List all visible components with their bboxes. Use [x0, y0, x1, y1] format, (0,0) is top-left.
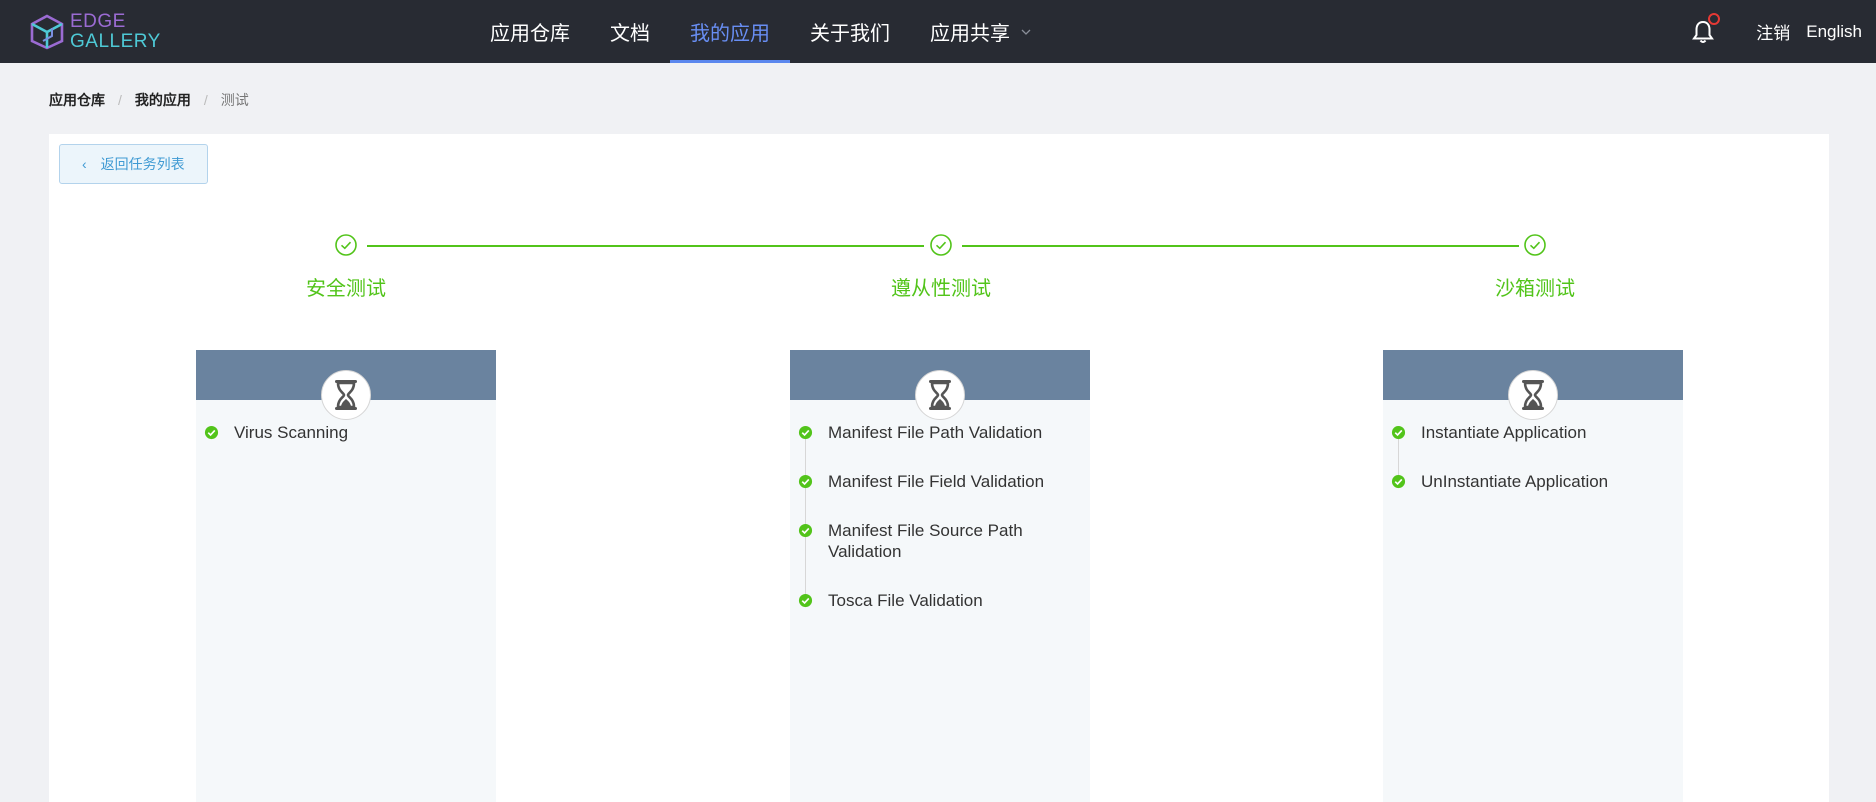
logo-line2: GALLERY [70, 31, 161, 52]
chevron-left-icon: ‹ [82, 156, 87, 172]
test-item-label: UnInstantiate Application [1421, 472, 1609, 491]
logout-link[interactable]: 注销 [1756, 19, 1790, 44]
hourglass-icon [1508, 370, 1558, 420]
panel-header [790, 350, 1090, 420]
breadcrumb-my-apps[interactable]: 我的应用 [135, 90, 191, 110]
test-item-label: Instantiate Application [1421, 423, 1587, 442]
hourglass-icon [321, 370, 371, 420]
security-test-panel: Virus Scanning [196, 350, 496, 802]
breadcrumb: 应用仓库 / 我的应用 / 测试 [49, 90, 249, 110]
test-item-label: Tosca File Validation [828, 591, 983, 610]
logo-text: EDGE GALLERY [70, 12, 161, 52]
breadcrumb-app-store[interactable]: 应用仓库 [49, 90, 105, 110]
nav-label: 关于我们 [810, 23, 890, 45]
panel-header [196, 350, 496, 420]
breadcrumb-separator: / [118, 92, 122, 108]
back-button-label: 返回任务列表 [100, 156, 185, 172]
test-item: Manifest File Path Validation [790, 422, 1090, 443]
back-to-task-list-button[interactable]: ‹ 返回任务列表 [59, 144, 208, 184]
test-item-list: Manifest File Path Validation Manifest F… [790, 422, 1090, 611]
nav-item-my-apps[interactable]: 我的应用 [670, 0, 790, 63]
test-item-label: Manifest File Field Validation [828, 472, 1045, 491]
sandbox-test-panel: Instantiate Application UnInstantiate Ap… [1383, 350, 1683, 802]
test-item-label: Virus Scanning [234, 423, 349, 442]
nav-label: 我的应用 [690, 23, 770, 45]
hourglass-icon [915, 370, 965, 420]
step-sandbox-test: 沙箱测试 [1455, 233, 1615, 301]
check-circle-filled-icon [204, 425, 219, 440]
test-item: Tosca File Validation [790, 590, 1090, 611]
notification-bell-icon[interactable] [1690, 12, 1721, 45]
panel-header [1383, 350, 1683, 420]
nav-label: 应用共享 [930, 23, 1010, 45]
test-item-label: Manifest File Source Path Validation [828, 521, 1023, 561]
main-nav: 应用仓库 文档 我的应用 关于我们 应用共享 [470, 0, 1052, 63]
step-compliance-test: 遵从性测试 [861, 233, 1021, 301]
step-security-test: 安全测试 [266, 233, 426, 301]
test-detail-card: ‹ 返回任务列表 安全测试 遵从性测试 沙箱测试 Virus Scanning … [49, 134, 1829, 802]
edgegallery-logo[interactable]: EDGE GALLERY [30, 12, 170, 52]
step-label: 安全测试 [306, 278, 386, 300]
logo-line1: EDGE [70, 11, 126, 32]
nav-item-app-share[interactable]: 应用共享 [910, 0, 1052, 63]
breadcrumb-current: 测试 [220, 92, 249, 108]
timeline-line [805, 434, 806, 602]
check-circle-filled-icon [1391, 425, 1406, 440]
cube-logo-icon [30, 14, 64, 50]
test-item: Manifest File Field Validation [790, 471, 1090, 492]
chevron-down-icon [1021, 29, 1031, 35]
test-item: UnInstantiate Application [1383, 471, 1683, 492]
check-circle-filled-icon [1391, 474, 1406, 489]
breadcrumb-separator: / [203, 92, 208, 108]
step-label: 遵从性测试 [891, 278, 991, 300]
step-connector [962, 245, 1519, 247]
test-item: Manifest File Source Path Validation [790, 520, 1090, 562]
check-circle-icon [1524, 234, 1546, 256]
check-circle-filled-icon [798, 593, 813, 608]
nav-label: 文档 [610, 23, 650, 45]
header-tools: 注销 English [1690, 0, 1862, 63]
nav-item-docs[interactable]: 文档 [590, 0, 670, 63]
compliance-test-panel: Manifest File Path Validation Manifest F… [790, 350, 1090, 802]
check-circle-filled-icon [798, 425, 813, 440]
top-navbar: EDGE GALLERY 应用仓库 文档 我的应用 关于我们 应用共享 注销 E… [0, 0, 1876, 63]
nav-item-about-us[interactable]: 关于我们 [790, 0, 910, 63]
step-label: 沙箱测试 [1495, 278, 1575, 300]
check-circle-filled-icon [798, 474, 813, 489]
check-circle-filled-icon [798, 523, 813, 538]
check-circle-icon [930, 234, 952, 256]
nav-label: 应用仓库 [490, 23, 570, 45]
test-item: Instantiate Application [1383, 422, 1683, 443]
test-item-label: Manifest File Path Validation [828, 423, 1043, 442]
language-switch[interactable]: English [1806, 22, 1862, 42]
test-item-list: Instantiate Application UnInstantiate Ap… [1383, 422, 1683, 492]
notification-badge [1708, 12, 1721, 25]
step-connector [367, 245, 924, 247]
nav-item-app-store[interactable]: 应用仓库 [470, 0, 590, 63]
test-item-list: Virus Scanning [196, 422, 496, 443]
test-item: Virus Scanning [196, 422, 496, 443]
check-circle-icon [335, 234, 357, 256]
